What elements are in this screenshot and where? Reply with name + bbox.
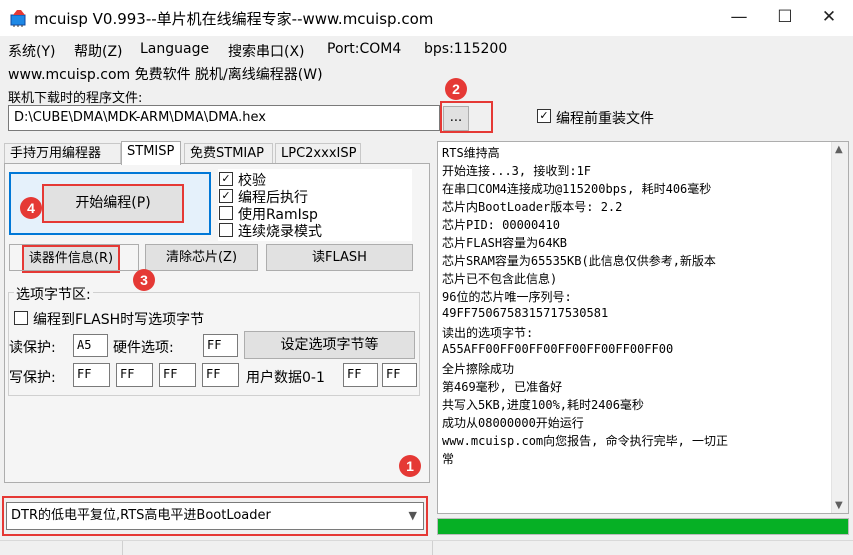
hex-file-path-field[interactable]: D:\CUBE\DMA\MDK-ARM\DMA\DMA.hex xyxy=(8,105,440,131)
annotation-marker-4: 4 xyxy=(20,197,42,219)
log-line: 读出的选项字节: xyxy=(442,326,534,340)
write-protect-field-0[interactable]: FF xyxy=(73,363,110,387)
log-line: 芯片内BootLoader版本号: 2.2 xyxy=(442,200,623,214)
log-line: www.mcuisp.com向您报告, 命令执行完毕, 一切正 xyxy=(442,434,729,448)
annotation-marker-2: 2 xyxy=(445,78,467,100)
log-line: 第469毫秒, 已准备好 xyxy=(442,380,563,394)
reset-mode-value: DTR的低电平复位,RTS高电平进BootLoader xyxy=(11,508,271,523)
set-option-bytes-button[interactable]: 设定选项字节等 xyxy=(244,331,415,359)
annotation-marker-3: 3 xyxy=(133,269,155,291)
log-line: 在串口COM4连接成功@115200bps, 耗时406毫秒 xyxy=(442,182,712,196)
user-data-field-1[interactable]: FF xyxy=(382,363,417,387)
use-ramisp-checkbox[interactable] xyxy=(219,206,233,220)
log-line: 常 xyxy=(442,452,455,466)
read-protect-label: 读保护: xyxy=(9,340,56,356)
chevron-down-icon[interactable]: ▼ xyxy=(835,500,843,511)
start-program-button[interactable]: 开始编程(P) xyxy=(42,184,184,223)
reset-mode-select[interactable]: DTR的低电平复位,RTS高电平进BootLoader ▼ xyxy=(6,502,424,530)
log-line: A55AFF00FF00FF00FF00FF00FF00FF00 xyxy=(442,342,674,356)
log-line: 芯片PID: 00000410 xyxy=(442,218,560,232)
log-line: 96位的芯片唯一序列号: xyxy=(442,290,572,304)
chevron-up-icon[interactable]: ▲ xyxy=(835,144,843,155)
tab-handheld[interactable]: 手持万用编程器 xyxy=(4,143,121,165)
hardware-options-field[interactable]: FF xyxy=(203,334,238,357)
log-line: 全片擦除成功 xyxy=(442,362,515,376)
progress-bar xyxy=(437,518,849,535)
log-line: 49FF7506758315717530581 xyxy=(442,306,609,320)
tab-free-stmiap[interactable]: 免费STMIAP xyxy=(184,143,273,165)
write-protect-label: 写保护: xyxy=(9,370,56,386)
log-line: 芯片FLASH容量为64KB xyxy=(442,236,568,250)
erase-chip-button[interactable]: 清除芯片(Z) xyxy=(145,244,258,271)
write-protect-field-2[interactable]: FF xyxy=(159,363,196,387)
log-scrollbar[interactable]: ▲ ▼ xyxy=(831,142,848,513)
user-data-label: 用户数据0-1 xyxy=(246,370,325,386)
option-bytes-title: 选项字节区: xyxy=(14,284,93,304)
run-after-program-checkbox[interactable]: ✓ xyxy=(219,189,233,203)
menu-bar: 系统(Y) 帮助(Z) Language 搜索串口(X) Port:COM4 b… xyxy=(0,36,853,62)
write-protect-field-3[interactable]: FF xyxy=(202,363,239,387)
menu-port[interactable]: Port:COM4 xyxy=(327,41,401,57)
menu-bps[interactable]: bps:115200 xyxy=(424,41,507,57)
minimize-button[interactable]: — xyxy=(716,0,762,36)
read-flash-button[interactable]: 读FLASH xyxy=(266,244,413,271)
continuous-burn-checkbox[interactable] xyxy=(219,223,233,237)
close-button[interactable]: ✕ xyxy=(806,0,852,36)
log-line: 开始连接...3, 接收到:1F xyxy=(442,164,592,178)
tab-lpc2xxxisp[interactable]: LPC2xxxISP xyxy=(275,143,361,165)
menu-system[interactable]: 系统(Y) xyxy=(8,41,55,61)
progress-fill xyxy=(438,519,848,534)
window-title: mcuisp V0.993--单片机在线编程专家--www.mcuisp.com xyxy=(34,10,434,28)
tab-stmisp[interactable]: STMISP xyxy=(121,141,181,165)
maximize-button[interactable]: ☐ xyxy=(762,0,808,36)
log-line: 成功从08000000开始运行 xyxy=(442,416,584,430)
log-line: 芯片SRAM容量为65535KB(此信息仅供参考,新版本 xyxy=(442,254,716,268)
read-protect-field[interactable]: A5 xyxy=(73,334,108,357)
status-bar xyxy=(0,540,853,555)
write-protect-field-1[interactable]: FF xyxy=(116,363,153,387)
reload-file-checkbox[interactable]: ✓ xyxy=(537,109,551,123)
log-line: 共写入5KB,进度100%,耗时2406毫秒 xyxy=(442,398,644,412)
chip-icon xyxy=(10,10,26,27)
hardware-options-label: 硬件选项: xyxy=(113,340,174,356)
write-option-bytes-checkbox[interactable] xyxy=(14,311,28,325)
menu-language[interactable]: Language xyxy=(140,41,209,57)
reload-file-label: 编程前重装文件 xyxy=(556,111,654,127)
verify-checkbox[interactable]: ✓ xyxy=(219,172,233,186)
chevron-down-icon[interactable]: ▼ xyxy=(409,503,417,529)
annotation-marker-1: 1 xyxy=(399,455,421,477)
read-device-info-frame xyxy=(9,244,139,271)
log-output[interactable]: RTS维持高 开始连接...3, 接收到:1F 在串口COM4连接成功@1152… xyxy=(437,141,849,514)
log-line: RTS维持高 xyxy=(442,146,500,160)
user-data-field-0[interactable]: FF xyxy=(343,363,378,387)
continuous-burn-label: 连续烧录模式 xyxy=(238,224,322,240)
highlight-box-browse xyxy=(440,101,493,133)
write-option-bytes-label: 编程到FLASH时写选项字节 xyxy=(33,312,205,328)
menu-offline-programmer[interactable]: www.mcuisp.com 免费软件 脱机/离线编程器(W) xyxy=(8,64,323,84)
menu-search-port[interactable]: 搜索串口(X) xyxy=(228,41,305,61)
title-bar: mcuisp V0.993--单片机在线编程专家--www.mcuisp.com… xyxy=(0,0,853,36)
file-label: 联机下载时的程序文件: xyxy=(8,91,143,106)
menu-help[interactable]: 帮助(Z) xyxy=(74,41,123,61)
log-line: 芯片已不包含此信息) xyxy=(442,272,558,286)
